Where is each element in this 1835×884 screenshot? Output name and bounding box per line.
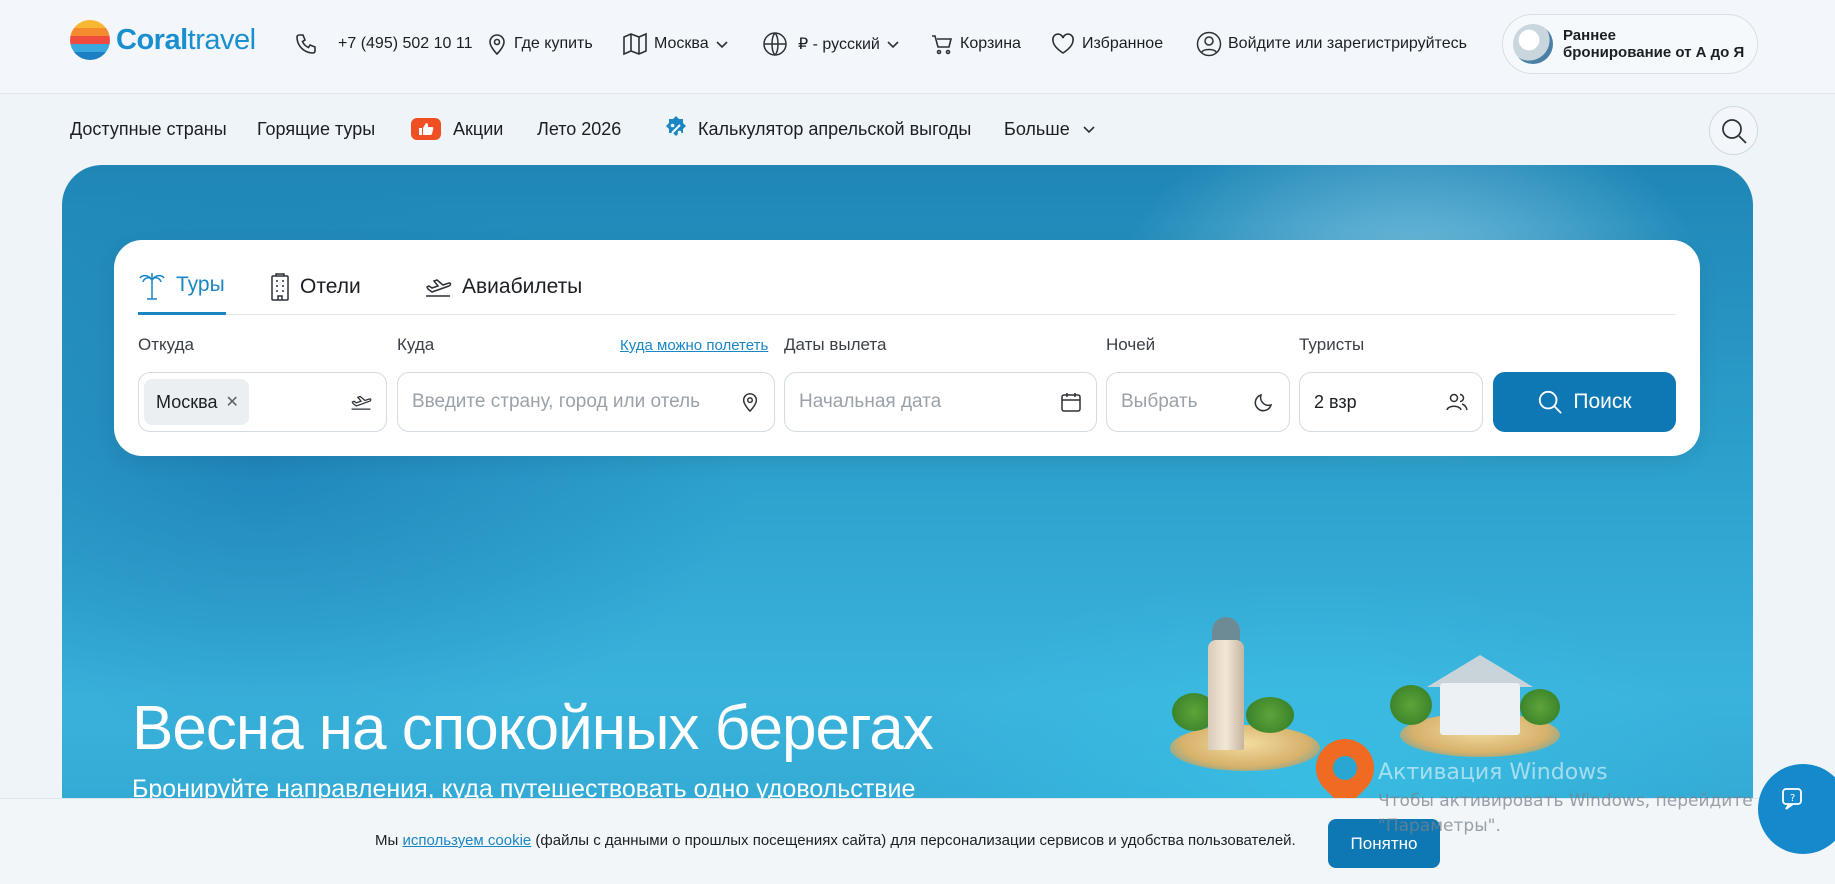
nav-hot-tours[interactable]: Горящие туры [257, 94, 375, 164]
chevron-down-icon [716, 41, 728, 49]
favorites-link[interactable]: Избранное [1050, 0, 1163, 88]
cookie-text-before: Мы [375, 832, 403, 849]
city-selector[interactable]: Москва [622, 0, 729, 88]
calendar-icon [1061, 393, 1081, 412]
map-pin-icon [1303, 726, 1387, 810]
nights-field[interactable]: Выбрать [1106, 372, 1290, 432]
nav-april-calculator[interactable]: Калькулятор апрельской выгоды [662, 94, 971, 164]
cart-icon [932, 35, 953, 55]
heart-icon [1052, 33, 1074, 54]
nav-available-countries[interactable]: Доступные страны [70, 94, 227, 164]
dates-label: Даты вылета [784, 335, 887, 354]
percent-badge-icon [666, 116, 686, 136]
hotel-building-icon [271, 272, 289, 301]
cookie-policy-link[interactable]: используем cookie [402, 832, 531, 849]
user-icon [1196, 31, 1222, 57]
globe-icon [763, 32, 787, 56]
currency-language-label: ₽ - русский [798, 36, 880, 53]
tab-tours-label: Туры [176, 273, 225, 296]
tourists-value: 2 взр [1314, 391, 1357, 412]
tourists-label: Туристы [1299, 335, 1365, 354]
tourists-field[interactable]: 2 взр [1299, 372, 1483, 432]
login-link[interactable]: Войдите или зарегистрируйтесь [1196, 0, 1467, 88]
promo-avatar [1513, 24, 1553, 64]
nights-placeholder: Выбрать [1121, 391, 1198, 412]
search-icon [1539, 390, 1563, 414]
to-label: Куда [397, 335, 435, 354]
remove-city-icon[interactable]: ✕ [225, 392, 238, 412]
logo-text-bold: Coral [116, 23, 188, 56]
cart-label: Корзина [960, 35, 1021, 52]
secondary-nav: Доступные страны Горящие туры Акции Лето… [0, 94, 1835, 164]
where-can-fly-link[interactable]: Куда можно полететь [620, 337, 768, 354]
nav-hot-tours-label: Горящие туры [257, 118, 376, 139]
coral-travel-logo[interactable]: Coraltravel [70, 20, 256, 60]
phone-number: +7 (495) 502 10 11 [338, 35, 473, 52]
logo-text-light: travel [187, 23, 256, 56]
tab-flights-label: Авиабилеты [462, 274, 583, 298]
tab-tours[interactable]: Туры [138, 258, 226, 315]
login-label: Войдите или зарегистрируйтесь [1228, 35, 1467, 52]
nav-summer-2026[interactable]: Лето 2026 [537, 94, 621, 164]
departure-date-placeholder: Начальная дата [799, 391, 942, 412]
early-booking-promo[interactable]: Раннее бронирование от А до Я [1502, 14, 1758, 74]
nav-promotions[interactable]: Акции [411, 94, 503, 164]
logo-sun-icon [70, 20, 110, 60]
thumbs-up-badge-icon [411, 118, 441, 140]
plane-takeoff-icon [351, 395, 372, 410]
tab-flights[interactable]: Авиабилеты [424, 258, 582, 315]
tab-hotels-label: Отели [300, 274, 361, 298]
from-field[interactable]: Москва ✕ [138, 372, 387, 432]
promo-line-2: бронирование от А до Я [1563, 44, 1745, 61]
departure-date-field[interactable]: Начальная дата [784, 372, 1097, 432]
tab-hotels[interactable]: Отели [270, 258, 361, 315]
windows-activation-line-2: "Параметры". [1378, 816, 1501, 836]
lighthouse-tower [1208, 640, 1244, 750]
map-icon [623, 32, 647, 56]
house-body [1440, 683, 1520, 735]
svg-text:?: ? [1790, 793, 1795, 804]
chat-icon: ? [1782, 788, 1802, 810]
cookie-text: Мы используем cookie (файлы с данными о … [375, 832, 1296, 849]
city-label: Москва [654, 35, 709, 52]
phone-icon [296, 34, 316, 54]
search-button-label: Поиск [1573, 390, 1632, 413]
chevron-down-icon [1083, 126, 1095, 134]
currency-language-selector[interactable]: ₽ - русский [762, 0, 900, 88]
from-city-value: Москва [156, 391, 218, 412]
people-icon [1446, 393, 1468, 411]
nav-promotions-label: Акции [453, 118, 504, 139]
plane-takeoff-icon [425, 278, 452, 297]
palm-tree-icon [139, 273, 165, 300]
location-pin-icon [489, 34, 505, 56]
search-icon [1721, 118, 1747, 144]
windows-activation-title: Активация Windows [1378, 760, 1608, 785]
top-header: Coraltravel +7 (495) 502 10 11 Где купит… [0, 0, 1835, 94]
promo-line-1: Раннее [1563, 27, 1616, 44]
cookie-text-after: (файлы с данными о прошлых посещениях са… [531, 832, 1296, 849]
hero-title: Весна на спокойных берегах [132, 694, 934, 763]
site-search-button[interactable] [1709, 106, 1758, 155]
where-to-buy-label: Где купить [514, 35, 593, 52]
cart-link[interactable]: Корзина [930, 0, 1021, 88]
destination-placeholder: Введите страну, город или отель [412, 391, 701, 412]
nav-available-countries-label: Доступные страны [70, 118, 227, 139]
search-button[interactable]: Поиск [1493, 372, 1676, 432]
from-city-chip: Москва ✕ [144, 379, 249, 425]
nav-more-label: Больше [1004, 118, 1070, 139]
nav-more[interactable]: Больше [1004, 94, 1096, 164]
location-pin-icon [742, 393, 758, 413]
phone-link[interactable]: +7 (495) 502 10 11 [294, 0, 472, 88]
moon-icon [1254, 393, 1273, 412]
nav-april-calculator-label: Калькулятор апрельской выгоды [698, 118, 972, 139]
from-label: Откуда [138, 335, 194, 354]
search-tabs: Туры Отели Авиабилеты [138, 258, 1676, 315]
where-to-buy-link[interactable]: Где купить [486, 0, 593, 88]
nav-summer-2026-label: Лето 2026 [537, 118, 622, 139]
destination-field[interactable]: Введите страну, город или отель [397, 372, 775, 432]
nights-label: Ночей [1106, 335, 1156, 354]
favorites-label: Избранное [1082, 35, 1164, 52]
chevron-down-icon [887, 41, 899, 49]
search-form: Туры Отели Авиабилеты Откуда Куда Куда м… [114, 240, 1700, 456]
